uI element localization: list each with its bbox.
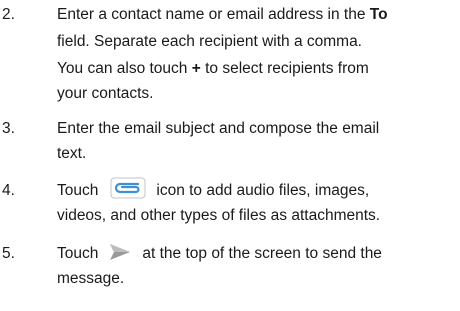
- step-line: your contacts.: [57, 85, 154, 102]
- step-line: Touch at the top of the screen to send th…: [57, 242, 457, 267]
- text-segment: to select recipients from: [200, 60, 369, 77]
- step-line: Enter the email subject and compose the …: [57, 120, 380, 137]
- step-line: Enter a contact name or email address in…: [57, 3, 457, 30]
- step-line: You can also touch + to select recipient…: [57, 57, 457, 82]
- step-text: Touch at the top of the screen to send th…: [57, 242, 457, 290]
- step-text: Enter a contact name or email address in…: [57, 3, 457, 105]
- step-number: 2.: [2, 6, 15, 23]
- step-text: Enter the email subject and compose the …: [57, 117, 457, 165]
- text-segment: You can also touch: [57, 60, 192, 77]
- plus-icon: +: [191, 60, 201, 77]
- step-line: message.: [57, 270, 125, 287]
- step-number: 3.: [2, 120, 15, 137]
- step-line: text.: [57, 145, 87, 162]
- send-icon: [108, 242, 132, 262]
- step-number: 4.: [2, 182, 15, 199]
- text-segment: icon to add audio files, images,: [156, 182, 370, 199]
- step-line: field. Separate each recipient with a co…: [57, 33, 362, 50]
- step-line: videos, and other types of files as atta…: [57, 207, 381, 224]
- text-segment: Enter a contact name or email address in…: [57, 6, 370, 23]
- step-text: Touch icon to add audio files, images, vi…: [57, 177, 457, 227]
- text-segment: Touch: [57, 182, 99, 199]
- to-field-label: To: [369, 6, 388, 23]
- step-line: Touch icon to add audio files, images,: [57, 177, 457, 204]
- step-number: 5.: [2, 245, 15, 262]
- paperclip-icon: [110, 177, 146, 199]
- text-segment: Touch: [57, 245, 99, 262]
- text-segment: at the top of the screen to send the: [142, 245, 382, 262]
